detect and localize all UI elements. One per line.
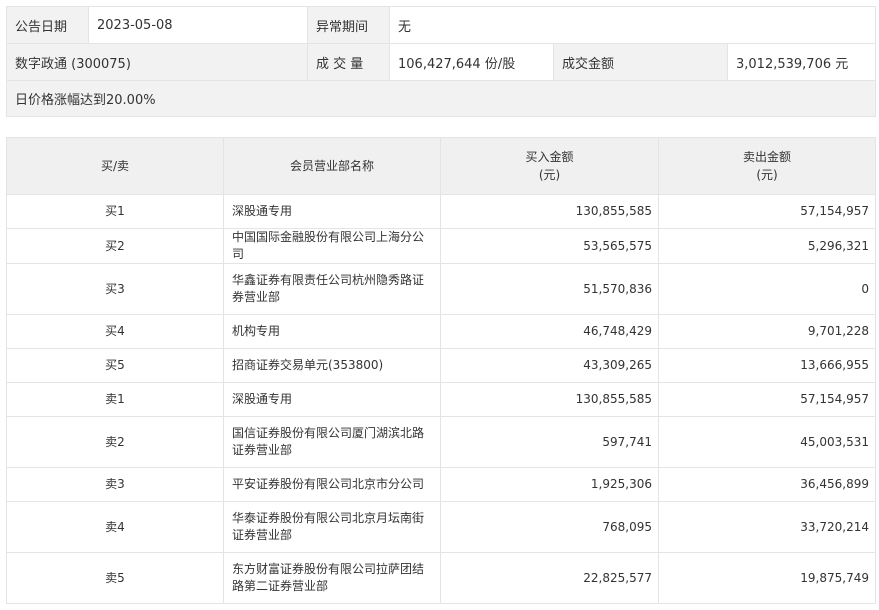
- date-label: 公告日期: [6, 6, 89, 44]
- buy-amount-cell: 51,570,836: [440, 263, 659, 315]
- broker-name-cell: 平安证券股份有限公司北京市分公司: [223, 467, 441, 502]
- buy-amount-cell: 22,825,577: [440, 552, 659, 604]
- sell-amount-cell: 5,296,321: [658, 228, 876, 264]
- sell-amount-cell: 36,456,899: [658, 467, 876, 502]
- buy-amount-cell: 130,855,585: [440, 382, 659, 417]
- table-row: 买2 中国国际金融股份有限公司上海分公司 53,565,575 5,296,32…: [6, 228, 876, 264]
- table-row: 买4 机构专用 46,748,429 9,701,228: [6, 314, 876, 349]
- volume-label: 成 交 量: [307, 43, 390, 81]
- broker-name-cell: 招商证券交易单元(353800): [223, 348, 441, 383]
- sell-amount-cell: 57,154,957: [658, 194, 876, 229]
- stock-info-table: 公告日期 2023-05-08 异常期间 无 数字政通 (300075) 成 交…: [5, 6, 877, 117]
- side-cell: 买5: [6, 348, 224, 383]
- header-side: 买/卖: [6, 137, 224, 195]
- amount-value: 3,012,539,706 元: [726, 43, 877, 81]
- reason-text: 日价格涨幅达到20.00%: [5, 80, 877, 117]
- table-header-row: 买/卖 会员营业部名称 买入金额 (元) 卖出金额 (元): [6, 137, 876, 195]
- side-cell: 买1: [6, 194, 224, 229]
- broker-name-cell: 深股通专用: [223, 194, 441, 229]
- side-cell: 卖2: [6, 416, 224, 468]
- header-sell-line1: 卖出金额: [742, 150, 791, 164]
- sell-amount-cell: 0: [658, 263, 876, 315]
- side-cell: 卖3: [6, 467, 224, 502]
- broker-name-cell: 华泰证券股份有限公司北京月坛南街证券营业部: [223, 501, 441, 553]
- info-row-reason: 日价格涨幅达到20.00%: [5, 80, 877, 117]
- table-row: 卖2 国信证券股份有限公司厦门湖滨北路证券营业部 597,741 45,003,…: [6, 416, 876, 468]
- table-row: 卖4 华泰证券股份有限公司北京月坛南街证券营业部 768,095 33,720,…: [6, 501, 876, 553]
- table-row: 买3 华鑫证券有限责任公司杭州隐秀路证券营业部 51,570,836 0: [6, 263, 876, 315]
- buy-amount-cell: 1,925,306: [440, 467, 659, 502]
- side-cell: 卖1: [6, 382, 224, 417]
- date-value: 2023-05-08: [88, 6, 308, 44]
- table-row: 卖1 深股通专用 130,855,585 57,154,957: [6, 382, 876, 417]
- header-sell: 卖出金额 (元): [658, 137, 876, 195]
- sell-amount-cell: 57,154,957: [658, 382, 876, 417]
- header-sell-line2: (元): [756, 168, 778, 182]
- header-buy: 买入金额 (元): [440, 137, 659, 195]
- table-row: 卖5 东方财富证券股份有限公司拉萨团结路第二证券营业部 22,825,577 1…: [6, 552, 876, 604]
- broker-name-cell: 国信证券股份有限公司厦门湖滨北路证券营业部: [223, 416, 441, 468]
- broker-name-cell: 深股通专用: [223, 382, 441, 417]
- side-cell: 买2: [6, 228, 224, 264]
- info-row-trade: 数字政通 (300075) 成 交 量 106,427,644 份/股 成交金额…: [6, 43, 877, 81]
- sell-amount-cell: 9,701,228: [658, 314, 876, 349]
- buy-amount-cell: 768,095: [440, 501, 659, 553]
- volume-value: 106,427,644 份/股: [389, 43, 554, 81]
- broker-name-cell: 东方财富证券股份有限公司拉萨团结路第二证券营业部: [223, 552, 441, 604]
- broker-detail-table: 买/卖 会员营业部名称 买入金额 (元) 卖出金额 (元) 买1 深股通专用 1…: [6, 137, 876, 604]
- sell-amount-cell: 13,666,955: [658, 348, 876, 383]
- stock-name: 数字政通 (300075): [6, 43, 308, 81]
- amount-label: 成交金额: [553, 43, 728, 81]
- broker-name-cell: 华鑫证券有限责任公司杭州隐秀路证券营业部: [223, 263, 441, 315]
- side-cell: 卖4: [6, 501, 224, 553]
- table-row: 卖3 平安证券股份有限公司北京市分公司 1,925,306 36,456,899: [6, 467, 876, 502]
- header-name: 会员营业部名称: [223, 137, 441, 195]
- buy-amount-cell: 43,309,265: [440, 348, 659, 383]
- period-label: 异常期间: [307, 6, 390, 44]
- sell-amount-cell: 45,003,531: [658, 416, 876, 468]
- buy-amount-cell: 46,748,429: [440, 314, 659, 349]
- period-value: 无: [388, 6, 877, 44]
- side-cell: 卖5: [6, 552, 224, 604]
- sell-amount-cell: 33,720,214: [658, 501, 876, 553]
- table-row: 买1 深股通专用 130,855,585 57,154,957: [6, 194, 876, 229]
- buy-amount-cell: 597,741: [440, 416, 659, 468]
- header-buy-line2: (元): [538, 168, 561, 182]
- header-buy-line1: 买入金额: [525, 150, 574, 164]
- broker-name-cell: 中国国际金融股份有限公司上海分公司: [223, 228, 441, 264]
- sell-amount-cell: 19,875,749: [658, 552, 876, 604]
- buy-amount-cell: 53,565,575: [440, 228, 659, 264]
- info-row-date: 公告日期 2023-05-08 异常期间 无: [6, 6, 877, 44]
- buy-amount-cell: 130,855,585: [440, 194, 659, 229]
- broker-name-cell: 机构专用: [223, 314, 441, 349]
- side-cell: 买3: [6, 263, 224, 315]
- table-row: 买5 招商证券交易单元(353800) 43,309,265 13,666,95…: [6, 348, 876, 383]
- side-cell: 买4: [6, 314, 224, 349]
